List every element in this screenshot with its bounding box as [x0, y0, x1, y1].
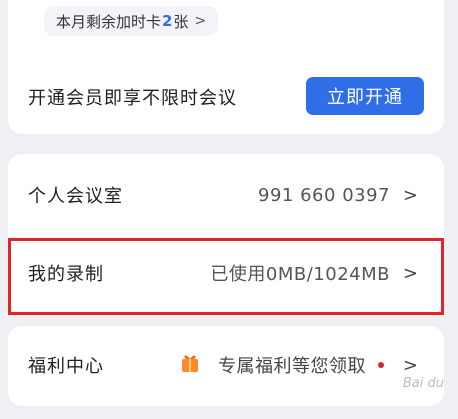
addtime-count: 2: [162, 12, 173, 30]
benefits-label: 福利中心: [28, 356, 104, 377]
settings-page: 本月剩余加时卡 2 张 > 开通会员即享不限时会议 立即开通 个人会议室 991 6…: [0, 0, 458, 419]
personal-room-id: 991 660 0397: [258, 184, 390, 206]
addtime-card-chip[interactable]: 本月剩余加时卡 2 张 >: [44, 6, 219, 36]
addtime-suffix: 张: [173, 12, 189, 31]
chevron-right-icon: >: [402, 184, 418, 206]
personal-room-label: 个人会议室: [28, 186, 123, 207]
list-item-personal-room[interactable]: 个人会议室 991 660 0397 >: [8, 156, 444, 234]
red-highlight-box: [8, 238, 444, 315]
open-membership-button[interactable]: 立即开通: [306, 77, 424, 115]
chevron-right-icon: >: [402, 354, 418, 376]
chevron-right-icon: >: [194, 13, 207, 29]
membership-promo-text: 开通会员即享不限时会议: [28, 88, 237, 109]
addtime-prefix: 本月剩余加时卡: [56, 12, 162, 31]
gift-icon: [182, 355, 198, 372]
watermark: Bai du: [402, 376, 444, 391]
list-item-benefits-center[interactable]: 福利中心 专属福利等您领取 >: [8, 326, 444, 404]
notification-dot: [378, 362, 384, 368]
benefits-promo: 专属福利等您领取: [218, 356, 366, 377]
